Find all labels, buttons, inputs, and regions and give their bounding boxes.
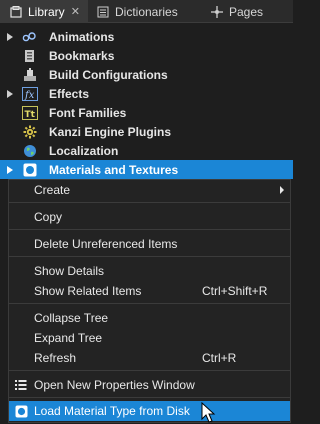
bookmarks-icon <box>22 48 38 64</box>
expand-arrow-icon[interactable] <box>7 165 13 174</box>
menu-item-refresh[interactable]: Refresh Ctrl+R <box>9 348 290 368</box>
menu-item-expand-tree[interactable]: Expand Tree <box>9 328 290 348</box>
tree-item-label: Effects <box>49 86 90 101</box>
tree-item-bookmarks[interactable]: Bookmarks <box>0 46 293 65</box>
menu-item-label: Show Related Items <box>34 284 142 298</box>
menu-item-label: Show Details <box>34 264 105 278</box>
expand-arrow-icon[interactable] <box>7 89 13 98</box>
context-menu: Create Copy Delete Unreferenced Items Sh… <box>8 179 291 423</box>
menu-item-label: Refresh <box>34 351 77 365</box>
svg-text:Tt: Tt <box>25 110 36 120</box>
menu-item-collapse-tree[interactable]: Collapse Tree <box>9 308 290 328</box>
dictionaries-icon <box>96 5 110 19</box>
tree-item-label: Animations <box>49 29 115 44</box>
tab-library[interactable]: Library ✕ <box>0 0 88 23</box>
tab-dictionaries[interactable]: Dictionaries <box>96 0 200 23</box>
tree-item-localization[interactable]: Localization <box>0 141 293 160</box>
animations-icon <box>22 29 38 45</box>
effects-icon: fx <box>22 86 38 102</box>
tree-item-kanzi-engine-plugins[interactable]: Kanzi Engine Plugins <box>0 122 293 141</box>
menu-item-label: Copy <box>34 210 63 224</box>
tab-library-label: Library <box>28 4 65 19</box>
menu-item-show-details[interactable]: Show Details <box>9 261 290 281</box>
menu-item-create[interactable]: Create <box>9 180 290 200</box>
library-icon <box>9 5 23 19</box>
build-configurations-icon <box>22 67 38 83</box>
expand-arrow-icon[interactable] <box>7 32 13 41</box>
tree-item-materials-and-textures[interactable]: Materials and Textures <box>0 160 293 179</box>
menu-separator <box>9 202 290 203</box>
properties-icon <box>14 378 28 392</box>
tab-pages[interactable]: Pages <box>210 0 280 23</box>
tab-dictionaries-label: Dictionaries <box>115 4 178 19</box>
tree-item-effects[interactable]: fx Effects <box>0 84 293 103</box>
menu-item-label: Load Material Type from Disk <box>34 404 190 418</box>
menu-item-open-properties-window[interactable]: Open New Properties Window <box>9 375 290 395</box>
panel-tab-bar: Library ✕ Dictionaries Pages <box>0 0 293 23</box>
menu-separator <box>9 397 290 398</box>
menu-item-delete-unreferenced[interactable]: Delete Unreferenced Items <box>9 234 290 254</box>
menu-separator <box>9 370 290 371</box>
tree-item-label: Materials and Textures <box>49 162 179 177</box>
menu-item-label: Delete Unreferenced Items <box>34 237 178 251</box>
localization-icon <box>22 143 38 159</box>
mouse-cursor-icon <box>201 402 216 423</box>
pages-icon <box>210 5 224 19</box>
menu-item-copy[interactable]: Copy <box>9 207 290 227</box>
tab-pages-label: Pages <box>229 4 264 19</box>
tree-item-font-families[interactable]: Tt Font Families <box>0 103 293 122</box>
close-icon[interactable]: ✕ <box>71 5 80 18</box>
plugins-icon <box>22 124 38 140</box>
menu-shortcut: Ctrl+R <box>202 351 237 365</box>
tree-item-animations[interactable]: Animations <box>0 27 293 46</box>
menu-shortcut: Ctrl+Shift+R <box>202 284 268 298</box>
font-families-icon: Tt <box>22 105 38 121</box>
menu-item-label: Create <box>34 183 71 197</box>
menu-item-load-material-type[interactable]: Load Material Type from Disk <box>9 401 290 421</box>
svg-text:fx: fx <box>24 90 35 101</box>
tree-item-label: Font Families <box>49 105 127 120</box>
material-type-icon <box>14 404 28 418</box>
menu-item-show-related[interactable]: Show Related Items Ctrl+Shift+R <box>9 281 290 301</box>
menu-item-label: Collapse Tree <box>34 311 109 325</box>
menu-item-label: Open New Properties Window <box>34 378 195 392</box>
menu-separator <box>9 229 290 230</box>
menu-separator <box>9 303 290 304</box>
materials-icon <box>22 162 38 178</box>
menu-item-label: Expand Tree <box>34 331 103 345</box>
tree-item-label: Kanzi Engine Plugins <box>49 124 172 139</box>
tree-item-label: Build Configurations <box>49 67 168 82</box>
submenu-arrow-icon <box>280 186 284 194</box>
tree-item-label: Bookmarks <box>49 48 115 63</box>
menu-separator <box>9 256 290 257</box>
tree-item-label: Localization <box>49 143 119 158</box>
tree-item-build-configurations[interactable]: Build Configurations <box>0 65 293 84</box>
